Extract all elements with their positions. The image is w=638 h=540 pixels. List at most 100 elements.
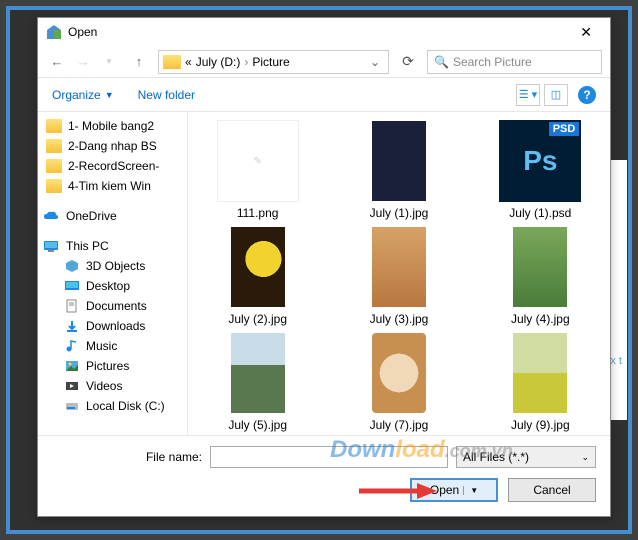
chevron-right-icon: › <box>244 55 248 69</box>
refresh-button[interactable]: ⟳ <box>397 51 419 73</box>
open-file-dialog: Open ✕ ← → ▾ ↑ « July (D:) › Picture ⌄ ⟳… <box>37 17 611 517</box>
address-bar[interactable]: « July (D:) › Picture ⌄ <box>158 50 389 74</box>
toolbar: Organize▼ New folder ☰ ▾ ◫ ? <box>38 78 610 112</box>
sidebar-folder[interactable]: 2-Dang nhap BS <box>38 136 187 156</box>
sidebar-pictures[interactable]: Pictures <box>38 356 187 376</box>
sidebar-item-label: Desktop <box>86 279 130 293</box>
file-item[interactable]: July (1).jpg <box>339 120 458 220</box>
sidebar-item-label: Pictures <box>86 359 129 373</box>
file-item[interactable]: July (4).jpg <box>481 226 600 326</box>
close-button[interactable]: ✕ <box>570 24 602 41</box>
file-type-filter[interactable]: All Files (*.*) ⌄ <box>456 446 596 468</box>
preview-pane-button[interactable]: ◫ <box>544 84 568 106</box>
titlebar: Open ✕ <box>38 18 610 46</box>
sidebar-item-label: Local Disk (C:) <box>86 399 165 413</box>
crumb-drive[interactable]: July (D:) <box>196 55 241 69</box>
folder-icon <box>46 179 62 193</box>
dialog-title: Open <box>68 25 570 39</box>
thumbnail <box>358 332 440 414</box>
file-label: July (3).jpg <box>339 312 458 326</box>
search-placeholder: Search Picture <box>453 55 532 69</box>
thumbnail <box>358 226 440 308</box>
thumbnail <box>499 226 581 308</box>
organize-menu[interactable]: Organize▼ <box>52 88 114 102</box>
sidebar-downloads[interactable]: Downloads <box>38 316 187 336</box>
sidebar-this-pc[interactable]: This PC <box>38 236 187 256</box>
search-input[interactable]: 🔍 Search Picture <box>427 50 602 74</box>
download-icon <box>64 319 80 333</box>
psd-badge: PSD <box>549 122 580 136</box>
chevron-down-icon: ⌄ <box>581 452 589 463</box>
new-folder-button[interactable]: New folder <box>138 88 195 102</box>
sidebar-item-label: Music <box>86 339 117 353</box>
file-label: 111.png <box>198 206 317 220</box>
folder-icon <box>163 55 181 69</box>
sidebar-folder[interactable]: 1- Mobile bang2 <box>38 116 187 136</box>
nav-recent-dropdown[interactable]: ▾ <box>98 51 120 73</box>
nav-up-button[interactable]: ↑ <box>128 51 150 73</box>
thumbnail: ✎ <box>217 120 299 202</box>
file-item[interactable]: July (3).jpg <box>339 226 458 326</box>
file-label: July (2).jpg <box>198 312 317 326</box>
file-item[interactable]: ✎ 111.png <box>198 120 317 220</box>
app-icon <box>46 24 62 40</box>
crumb-folder[interactable]: Picture <box>252 55 289 69</box>
nav-back-button[interactable]: ← <box>46 51 68 73</box>
crumb-prefix: « <box>185 55 192 69</box>
file-grid: ✎111.png July (1).jpg PSDPsJuly (1).psd … <box>188 112 610 435</box>
annotation-arrow <box>357 480 437 502</box>
file-label: July (1).psd <box>481 206 600 220</box>
sidebar-documents[interactable]: Documents <box>38 296 187 316</box>
sidebar-desktop[interactable]: Desktop <box>38 276 187 296</box>
sidebar-folder[interactable]: 4-Tim kiem Win <box>38 176 187 196</box>
thumbnail: PSDPs <box>499 120 581 202</box>
thumbnail <box>217 332 299 414</box>
sidebar-item-label: OneDrive <box>66 209 117 223</box>
file-label: July (7).jpg <box>339 418 458 432</box>
file-item[interactable]: July (2).jpg <box>198 226 317 326</box>
filter-label: All Files (*.*) <box>463 450 529 464</box>
sidebar-videos[interactable]: Videos <box>38 376 187 396</box>
dropdown-split-icon[interactable]: ▼ <box>463 486 478 495</box>
address-dropdown-icon[interactable]: ⌄ <box>366 55 384 69</box>
sidebar: 1- Mobile bang2 2-Dang nhap BS 2-RecordS… <box>38 112 188 435</box>
file-item[interactable]: July (7).jpg <box>339 332 458 432</box>
sidebar-item-label: 4-Tim kiem Win <box>68 179 151 193</box>
sidebar-item-label: This PC <box>66 239 109 253</box>
sidebar-item-label: 2-Dang nhap BS <box>68 139 157 153</box>
sidebar-3d-objects[interactable]: 3D Objects <box>38 256 187 276</box>
folder-icon <box>46 159 62 173</box>
sidebar-item-label: Downloads <box>86 319 145 333</box>
disk-icon <box>64 399 80 413</box>
file-label: July (4).jpg <box>481 312 600 326</box>
sidebar-item-label: 3D Objects <box>86 259 145 273</box>
file-item[interactable]: July (5).jpg <box>198 332 317 432</box>
filename-label: File name: <box>52 450 202 464</box>
cancel-button[interactable]: Cancel <box>508 478 596 502</box>
filename-input[interactable] <box>210 446 448 468</box>
cube-icon <box>64 259 80 273</box>
sidebar-item-label: Documents <box>86 299 147 313</box>
nav-forward-button: → <box>72 51 94 73</box>
music-icon <box>64 339 80 353</box>
desktop-icon <box>64 279 80 293</box>
dialog-footer: File name: All Files (*.*)⌄ Open▼ Cancel <box>38 435 610 516</box>
view-mode-button[interactable]: ☰ ▾ <box>516 84 540 106</box>
documents-icon <box>64 299 80 313</box>
file-item[interactable]: July (9).jpg <box>481 332 600 432</box>
sidebar-item-label: 2-RecordScreen- <box>68 159 159 173</box>
folder-icon <box>46 119 62 133</box>
sidebar-item-label: Videos <box>86 379 122 393</box>
pc-icon <box>42 239 60 253</box>
sidebar-folder[interactable]: 2-RecordScreen- <box>38 156 187 176</box>
sidebar-local-disk-c[interactable]: Local Disk (C:) <box>38 396 187 416</box>
sidebar-music[interactable]: Music <box>38 336 187 356</box>
help-button[interactable]: ? <box>578 86 596 104</box>
videos-icon <box>64 379 80 393</box>
file-label: July (9).jpg <box>481 418 600 432</box>
cloud-icon <box>42 209 60 223</box>
file-item[interactable]: PSDPs July (1).psd <box>481 120 600 220</box>
sidebar-onedrive[interactable]: OneDrive <box>38 206 187 226</box>
pictures-icon <box>64 359 80 373</box>
folder-icon <box>46 139 62 153</box>
